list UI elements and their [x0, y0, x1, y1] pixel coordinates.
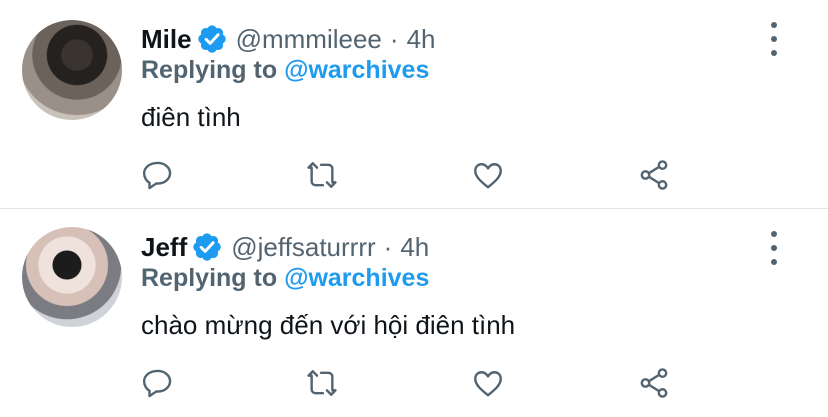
- reply-button[interactable]: [135, 360, 181, 406]
- tweet-text: chào mừng đến với hội điên tình: [141, 310, 516, 340]
- divider: [0, 208, 828, 209]
- retweet-icon: [307, 370, 337, 396]
- mention-link[interactable]: @warchives: [284, 264, 429, 292]
- like-icon: [474, 371, 502, 397]
- replying-to: Replying to @warchives: [141, 264, 429, 293]
- more-options-icon[interactable]: [760, 231, 788, 265]
- replying-to-label: Replying to: [141, 264, 278, 292]
- verified-badge-icon: [193, 233, 221, 261]
- avatar[interactable]: [22, 227, 122, 327]
- display-name[interactable]: Jeff: [141, 232, 187, 263]
- share-icon: [640, 368, 668, 398]
- retweet-button[interactable]: [299, 360, 345, 406]
- tweet-header: Jeff @jeffsaturrrr · 4h: [141, 227, 429, 267]
- reply-icon: [142, 369, 172, 398]
- separator-dot: ·: [383, 231, 393, 262]
- tweet-reply[interactable]: Jeff @jeffsaturrrr · 4h Replying to @war…: [0, 0, 828, 398]
- username-handle[interactable]: @jeffsaturrrr: [231, 232, 375, 263]
- action-bar: [135, 360, 675, 406]
- timestamp[interactable]: 4h: [400, 232, 429, 263]
- like-button[interactable]: [465, 360, 511, 406]
- share-button[interactable]: [631, 360, 677, 406]
